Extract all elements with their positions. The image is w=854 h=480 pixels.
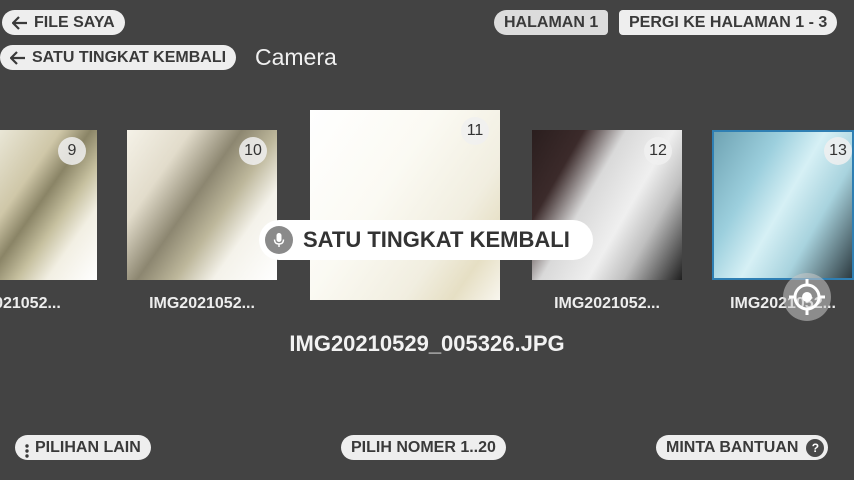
- thumbnail-label: 2021052...: [0, 295, 61, 312]
- page-label: HALAMAN 1: [504, 14, 599, 31]
- mic-icon: [265, 226, 293, 254]
- my-files-label: FILE SAYA: [34, 14, 115, 31]
- question-icon: ?: [806, 438, 825, 457]
- voice-command-tip: SATU TINGKAT KEMBALI: [259, 220, 593, 260]
- item-number-badge: 9: [58, 137, 86, 165]
- back-one-level-button[interactable]: SATU TINGKAT KEMBALI: [0, 45, 237, 70]
- back-one-level-label: SATU TINGKAT KEMBALI: [32, 49, 227, 66]
- my-files-button[interactable]: FILE SAYA: [2, 10, 125, 35]
- thumbnail-label: IMG2021052...: [149, 295, 255, 312]
- more-options-button[interactable]: PILIHAN LAIN: [15, 435, 151, 460]
- arrow-left-icon: [10, 50, 26, 65]
- item-number-badge: 10: [239, 137, 267, 165]
- page-indicator: HALAMAN 1: [494, 10, 609, 35]
- more-options-label: PILIHAN LAIN: [35, 439, 141, 456]
- pick-number-button[interactable]: PILIH NOMER 1..20: [341, 435, 506, 460]
- goto-page-label: PERGI KE HALAMAN 1 - 3: [629, 14, 828, 31]
- thumbnail-13[interactable]: 13: [712, 130, 854, 280]
- thumbnail-10[interactable]: 10: [127, 130, 277, 280]
- item-number-badge: 12: [644, 137, 672, 165]
- ask-help-label: MINTA BANTUAN: [666, 439, 799, 456]
- goto-page-button[interactable]: PERGI KE HALAMAN 1 - 3: [619, 10, 838, 35]
- pick-number-label: PILIH NOMER 1..20: [351, 439, 496, 456]
- selected-filename: IMG20210529_005326.JPG: [289, 331, 565, 356]
- voice-tip-label: SATU TINGKAT KEMBALI: [303, 227, 570, 252]
- thumbnail-9[interactable]: 9: [0, 130, 97, 280]
- arrow-left-icon: [12, 15, 28, 30]
- vertical-dots-icon: [25, 441, 29, 458]
- thumbnail-11[interactable]: 11: [310, 110, 500, 300]
- thumbnail-label: IMG2021052...: [554, 295, 660, 312]
- crosshair-icon[interactable]: [783, 273, 831, 321]
- folder-title: Camera: [255, 44, 337, 70]
- ask-help-button[interactable]: MINTA BANTUAN ?: [656, 435, 829, 460]
- item-number-badge: 11: [461, 117, 489, 145]
- item-number-badge: 13: [824, 137, 852, 165]
